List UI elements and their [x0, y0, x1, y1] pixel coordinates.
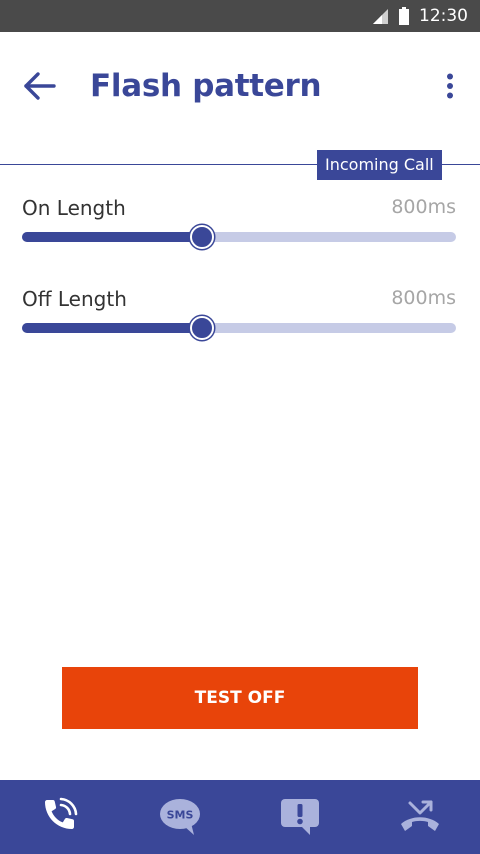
test-off-button[interactable]: TEST OFF [62, 667, 418, 729]
overflow-menu-button[interactable] [432, 68, 468, 104]
on-length-label: On Length [22, 196, 126, 220]
sms-icon: SMS [160, 799, 200, 835]
signal-icon [373, 9, 388, 24]
phone-call-icon [45, 797, 78, 829]
alert-message-icon [281, 799, 319, 835]
on-length-value: 800ms [391, 196, 456, 218]
off-length-value: 800ms [391, 287, 456, 309]
on-length-slider[interactable] [22, 225, 456, 249]
nav-item-calls[interactable] [0, 780, 120, 854]
bottom-nav: SMS [0, 780, 480, 854]
page-title: Flash pattern [90, 68, 322, 104]
missed-call-icon [401, 800, 439, 831]
on-length-setting: On Length 800ms [22, 196, 458, 256]
off-length-setting: Off Length 800ms [22, 287, 458, 347]
slider-fill [22, 323, 202, 333]
off-length-label: Off Length [22, 287, 127, 311]
svg-text:SMS: SMS [167, 809, 194, 822]
back-button[interactable] [18, 64, 62, 108]
arrow-left-icon [24, 72, 56, 100]
status-time: 12:30 [419, 6, 468, 26]
slider-thumb[interactable] [189, 316, 214, 340]
context-badge: Incoming Call [317, 150, 442, 180]
nav-item-alerts[interactable] [240, 780, 360, 854]
more-vertical-icon [447, 73, 453, 99]
slider-thumb[interactable] [189, 225, 214, 249]
slider-fill [22, 232, 202, 242]
app-bar: Flash pattern [0, 32, 480, 164]
off-length-slider[interactable] [22, 316, 456, 340]
battery-icon [399, 7, 409, 25]
nav-item-missed-calls[interactable] [360, 780, 480, 854]
nav-item-sms[interactable]: SMS [120, 780, 240, 854]
status-bar: 12:30 [0, 0, 480, 32]
